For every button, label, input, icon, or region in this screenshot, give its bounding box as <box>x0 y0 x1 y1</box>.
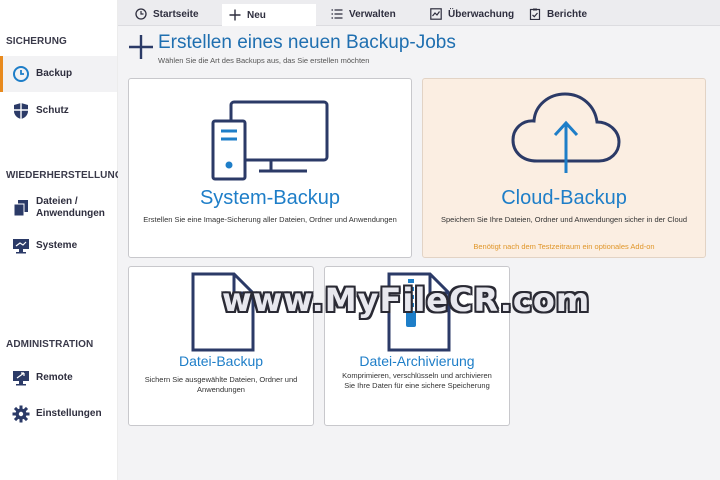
section-title-sicherung: SICHERUNG <box>6 36 67 47</box>
watermark: www.MyFileCR.com <box>222 281 591 319</box>
tab-berichte[interactable]: Berichte <box>522 3 593 25</box>
chart-icon <box>429 7 443 21</box>
sidebar-item-label: Dateien / Anwendungen <box>36 196 105 220</box>
sidebar-item-dateien-anwendungen[interactable]: Dateien / Anwendungen <box>0 190 117 226</box>
system-backup-card[interactable]: System-Backup Erstellen Sie eine Image-S… <box>128 78 412 258</box>
card-description: Erstellen Sie eine Image-Sicherung aller… <box>143 215 397 224</box>
sidebar-item-label-line: Dateien / <box>36 196 78 207</box>
card-title: System-Backup <box>199 187 341 209</box>
checklist-icon <box>528 7 542 21</box>
plus-icon <box>129 35 153 59</box>
tab-neu[interactable]: Neu <box>222 4 316 26</box>
card-description: Speichern Sie Ihre Dateien, Ordner und A… <box>441 215 687 224</box>
sidebar-item-label-line: Anwendungen <box>36 208 105 219</box>
sidebar-item-schutz[interactable]: Schutz <box>0 93 117 129</box>
tab-startseite[interactable]: Startseite <box>128 3 205 25</box>
sidebar-item-backup[interactable]: Backup <box>0 56 117 92</box>
cloud-backup-card[interactable]: Cloud-Backup Speichern Sie Ihre Dateien,… <box>422 78 706 258</box>
sidebar-item-label: Backup <box>36 68 73 79</box>
card-title: Datei-Backup <box>178 353 264 369</box>
tab-ueberwachung[interactable]: Überwachung <box>423 3 520 25</box>
card-title: Datei-Archivierung <box>359 353 475 369</box>
card-title: Cloud-Backup <box>501 187 627 209</box>
clock-icon <box>12 65 30 83</box>
remote-monitor-icon <box>12 369 30 387</box>
section-title-administration: ADMINISTRATION <box>6 339 94 350</box>
sidebar: SICHERUNG Backup Schutz WIEDERHERSTELLUN… <box>0 0 123 480</box>
sidebar-item-label: Systeme <box>36 240 78 251</box>
list-icon <box>330 7 344 21</box>
section-title-wiederherstellung: WIEDERHERSTELLUNG <box>6 170 123 181</box>
page-subtitle: Wählen Sie die Art des Backups aus, das … <box>158 56 370 65</box>
card-description: Komprimieren, verschlüsseln und archivie… <box>342 371 492 390</box>
sidebar-item-label: Einstellungen <box>36 408 102 419</box>
sidebar-item-remote[interactable]: Remote <box>0 360 117 396</box>
tab-label: Neu <box>247 9 266 21</box>
sidebar-item-systeme[interactable]: Systeme <box>0 228 117 264</box>
cloud-upload-icon <box>511 92 621 173</box>
card-description: Sichern Sie ausgewählte Dateien, Ordner … <box>144 375 298 394</box>
files-icon <box>12 199 30 217</box>
tab-label: Startseite <box>153 8 199 20</box>
monitor-icon <box>12 237 30 255</box>
sidebar-item-einstellungen[interactable]: Einstellungen <box>0 396 117 432</box>
tab-label: Berichte <box>547 8 588 20</box>
clock-icon <box>134 7 148 21</box>
tab-verwalten[interactable]: Verwalten <box>324 3 402 25</box>
computer-icon <box>211 100 329 181</box>
tab-bar: Startseite Neu Verwalten Überwachung Ber… <box>118 0 720 26</box>
gear-icon <box>12 405 30 423</box>
sidebar-item-label: Schutz <box>36 105 69 116</box>
shield-icon <box>12 102 30 120</box>
sidebar-item-label: Remote <box>36 372 73 383</box>
page-title: Erstellen eines neuen Backup-Jobs <box>158 32 456 53</box>
main-panel: Erstellen eines neuen Backup-Jobs Wählen… <box>118 26 720 480</box>
tab-label: Verwalten <box>349 8 396 20</box>
card-note: Benötigt nach dem Testzeitraum ein optio… <box>473 242 655 251</box>
tab-label: Überwachung <box>448 8 515 20</box>
plus-icon <box>228 8 242 22</box>
